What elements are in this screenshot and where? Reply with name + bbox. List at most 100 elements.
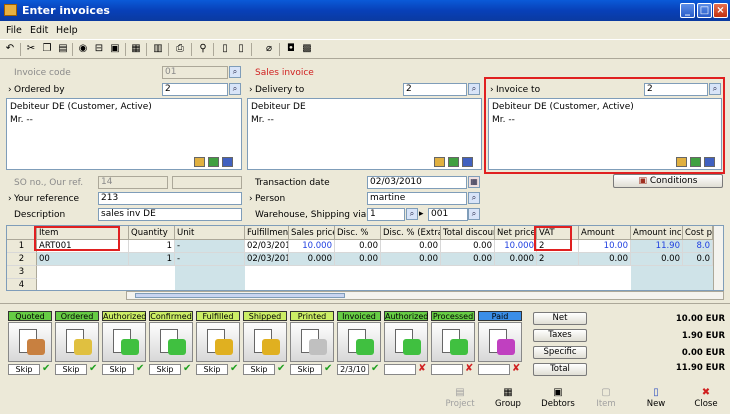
- transaction-date-field[interactable]: 02/03/2010: [367, 176, 467, 189]
- debtors-button[interactable]: ▣ Debtors: [534, 387, 582, 411]
- stage-skip-field[interactable]: [431, 364, 463, 375]
- stage-skip-field[interactable]: Skip: [243, 364, 275, 375]
- close-button[interactable]: ✖ Close: [682, 387, 730, 411]
- minimize-button[interactable]: _: [680, 3, 695, 18]
- cell-quantity[interactable]: 1: [129, 253, 175, 266]
- row-number[interactable]: 2: [7, 253, 37, 266]
- cell-unit[interactable]: -: [175, 240, 245, 253]
- cell-quantity[interactable]: 1: [129, 240, 175, 253]
- stage-button[interactable]: [243, 322, 287, 362]
- invoice-to-lookup-icon[interactable]: ⌕: [709, 83, 721, 95]
- stage-button[interactable]: [478, 322, 522, 362]
- col-header[interactable]: Total discount: [441, 226, 495, 240]
- col-header[interactable]: Amount incl: [631, 226, 683, 240]
- cell-sales-price[interactable]: 0.000: [289, 253, 335, 266]
- next-record-icon[interactable]: ▯: [235, 43, 247, 55]
- card-icon[interactable]: [462, 157, 473, 167]
- col-header[interactable]: Sales price: [289, 226, 335, 240]
- cell-total-discount[interactable]: 0.00: [441, 253, 495, 266]
- col-header[interactable]: Net price: [495, 226, 537, 240]
- person-field[interactable]: martine: [367, 192, 467, 205]
- col-header[interactable]: Unit: [175, 226, 245, 240]
- stage-button[interactable]: [337, 322, 381, 362]
- group-button[interactable]: ▦ Group: [484, 387, 532, 411]
- col-header[interactable]: Cost price: [683, 226, 713, 240]
- first-record-icon[interactable]: ▯: [219, 43, 231, 55]
- scroll-thumb[interactable]: [135, 293, 345, 298]
- row-number[interactable]: 1: [7, 240, 37, 253]
- person-lookup-icon[interactable]: ⌕: [468, 192, 480, 204]
- map-icon[interactable]: [690, 157, 701, 167]
- paste-icon[interactable]: ▤: [57, 43, 69, 55]
- stage-button[interactable]: [290, 322, 334, 362]
- cell-unit[interactable]: -: [175, 253, 245, 266]
- edit-icon[interactable]: [194, 157, 205, 167]
- cell-sales-price[interactable]: 10.000: [289, 240, 335, 253]
- stage-skip-field[interactable]: Skip: [149, 364, 181, 375]
- copy-icon[interactable]: ❐: [41, 43, 53, 55]
- cell-disc[interactable]: 0.00: [335, 240, 381, 253]
- cell-fulfillment[interactable]: 02/03/2010: [245, 253, 289, 266]
- cell-cost-price[interactable]: 0.0: [683, 253, 713, 266]
- conditions-button[interactable]: ▣ Conditions: [613, 174, 723, 188]
- preview-icon[interactable]: ▦: [130, 43, 142, 55]
- shipping-field[interactable]: 001: [428, 208, 468, 221]
- invoice-code-lookup-icon[interactable]: ⌕: [229, 66, 241, 78]
- stage-skip-field[interactable]: [478, 364, 510, 375]
- total-button[interactable]: Total: [533, 363, 587, 376]
- new-button[interactable]: ▯ New: [632, 387, 680, 411]
- cell-disc[interactable]: 0.00: [335, 253, 381, 266]
- map-icon[interactable]: [208, 157, 219, 167]
- close-window-button[interactable]: ×: [713, 3, 728, 18]
- card-icon[interactable]: [222, 157, 233, 167]
- col-header[interactable]: Amount: [579, 226, 631, 240]
- ordered-by-lookup-icon[interactable]: ⌕: [229, 83, 241, 95]
- cell-amount-incl[interactable]: 11.90: [631, 240, 683, 253]
- col-header[interactable]: Quantity: [129, 226, 175, 240]
- table-icon[interactable]: ▥: [152, 43, 164, 55]
- cell-amount-incl[interactable]: 0.00: [631, 253, 683, 266]
- row-number[interactable]: 4: [7, 279, 37, 290]
- ordered-by-field[interactable]: 2: [162, 83, 228, 96]
- stage-skip-field[interactable]: Skip: [8, 364, 40, 375]
- cell-disc-extra[interactable]: 0.00: [381, 253, 441, 266]
- card-icon[interactable]: [704, 157, 715, 167]
- cell-vat[interactable]: 2: [537, 253, 579, 266]
- cell-disc-extra[interactable]: 0.00: [381, 240, 441, 253]
- your-reference-field[interactable]: 213: [98, 192, 242, 205]
- attach-icon[interactable]: ▣: [109, 43, 121, 55]
- cell-fulfillment[interactable]: 02/03/2010: [245, 240, 289, 253]
- stage-button[interactable]: [149, 322, 193, 362]
- specific-button[interactable]: Specific: [533, 346, 587, 359]
- col-header[interactable]: Disc. %: [335, 226, 381, 240]
- menu-file[interactable]: File: [6, 25, 22, 36]
- stage-button[interactable]: [55, 322, 99, 362]
- delivery-to-field[interactable]: 2: [403, 83, 467, 96]
- maximize-button[interactable]: □: [697, 3, 712, 18]
- description-field[interactable]: sales inv DE: [98, 208, 242, 221]
- cell-net-price[interactable]: 10.000: [495, 240, 537, 253]
- stage-button[interactable]: [384, 322, 428, 362]
- col-header[interactable]: Fulfillment: [245, 226, 289, 240]
- camera-icon[interactable]: ◘: [285, 43, 297, 55]
- row-number[interactable]: 3: [7, 266, 37, 279]
- cell-net-price[interactable]: 0.000: [495, 253, 537, 266]
- paperclip-icon[interactable]: ⌀: [263, 43, 275, 55]
- invoice-to-field[interactable]: 2: [644, 83, 708, 96]
- menu-edit[interactable]: Edit: [30, 25, 48, 36]
- menu-help[interactable]: Help: [56, 25, 78, 36]
- stage-button[interactable]: [102, 322, 146, 362]
- project-button[interactable]: ▤ Project: [436, 387, 484, 411]
- edit-icon[interactable]: [676, 157, 687, 167]
- stage-skip-field[interactable]: Skip: [102, 364, 134, 375]
- print-icon[interactable]: ⎙: [174, 43, 186, 55]
- cell-cost-price[interactable]: 8.0: [683, 240, 713, 253]
- warehouse-field[interactable]: 1: [367, 208, 405, 221]
- stage-button[interactable]: [196, 322, 240, 362]
- edit-icon[interactable]: [434, 157, 445, 167]
- stage-skip-field[interactable]: Skip: [290, 364, 322, 375]
- taxes-button[interactable]: Taxes: [533, 329, 587, 342]
- grid-horizontal-scrollbar[interactable]: [126, 291, 724, 300]
- net-button[interactable]: Net: [533, 312, 587, 325]
- cell-item[interactable]: 00: [37, 253, 129, 266]
